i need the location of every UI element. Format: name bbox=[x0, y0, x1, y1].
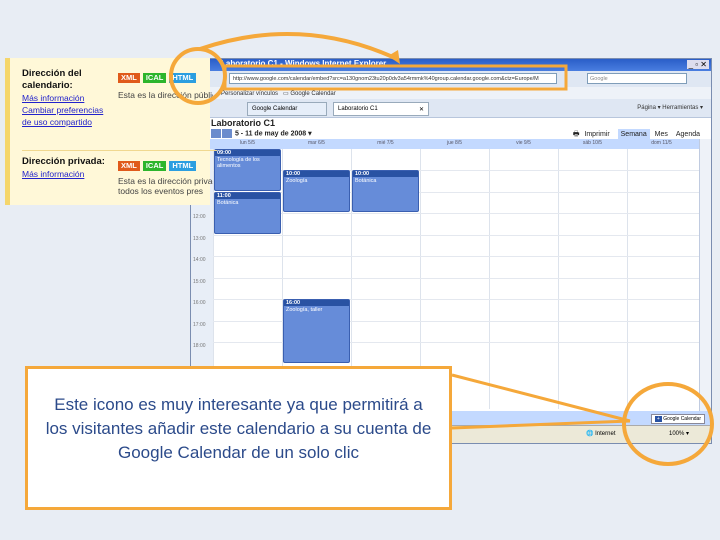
highlight-circle-html bbox=[169, 47, 227, 105]
pointer-line bbox=[451, 373, 631, 423]
arrow-head-icon bbox=[388, 50, 400, 64]
pointer-line bbox=[451, 419, 631, 430]
callout-box: Este icono es muy interesante ya que per… bbox=[25, 366, 452, 510]
highlight-url bbox=[223, 64, 568, 91]
arrow-curve bbox=[199, 32, 396, 60]
highlight-circle-add bbox=[622, 382, 714, 466]
